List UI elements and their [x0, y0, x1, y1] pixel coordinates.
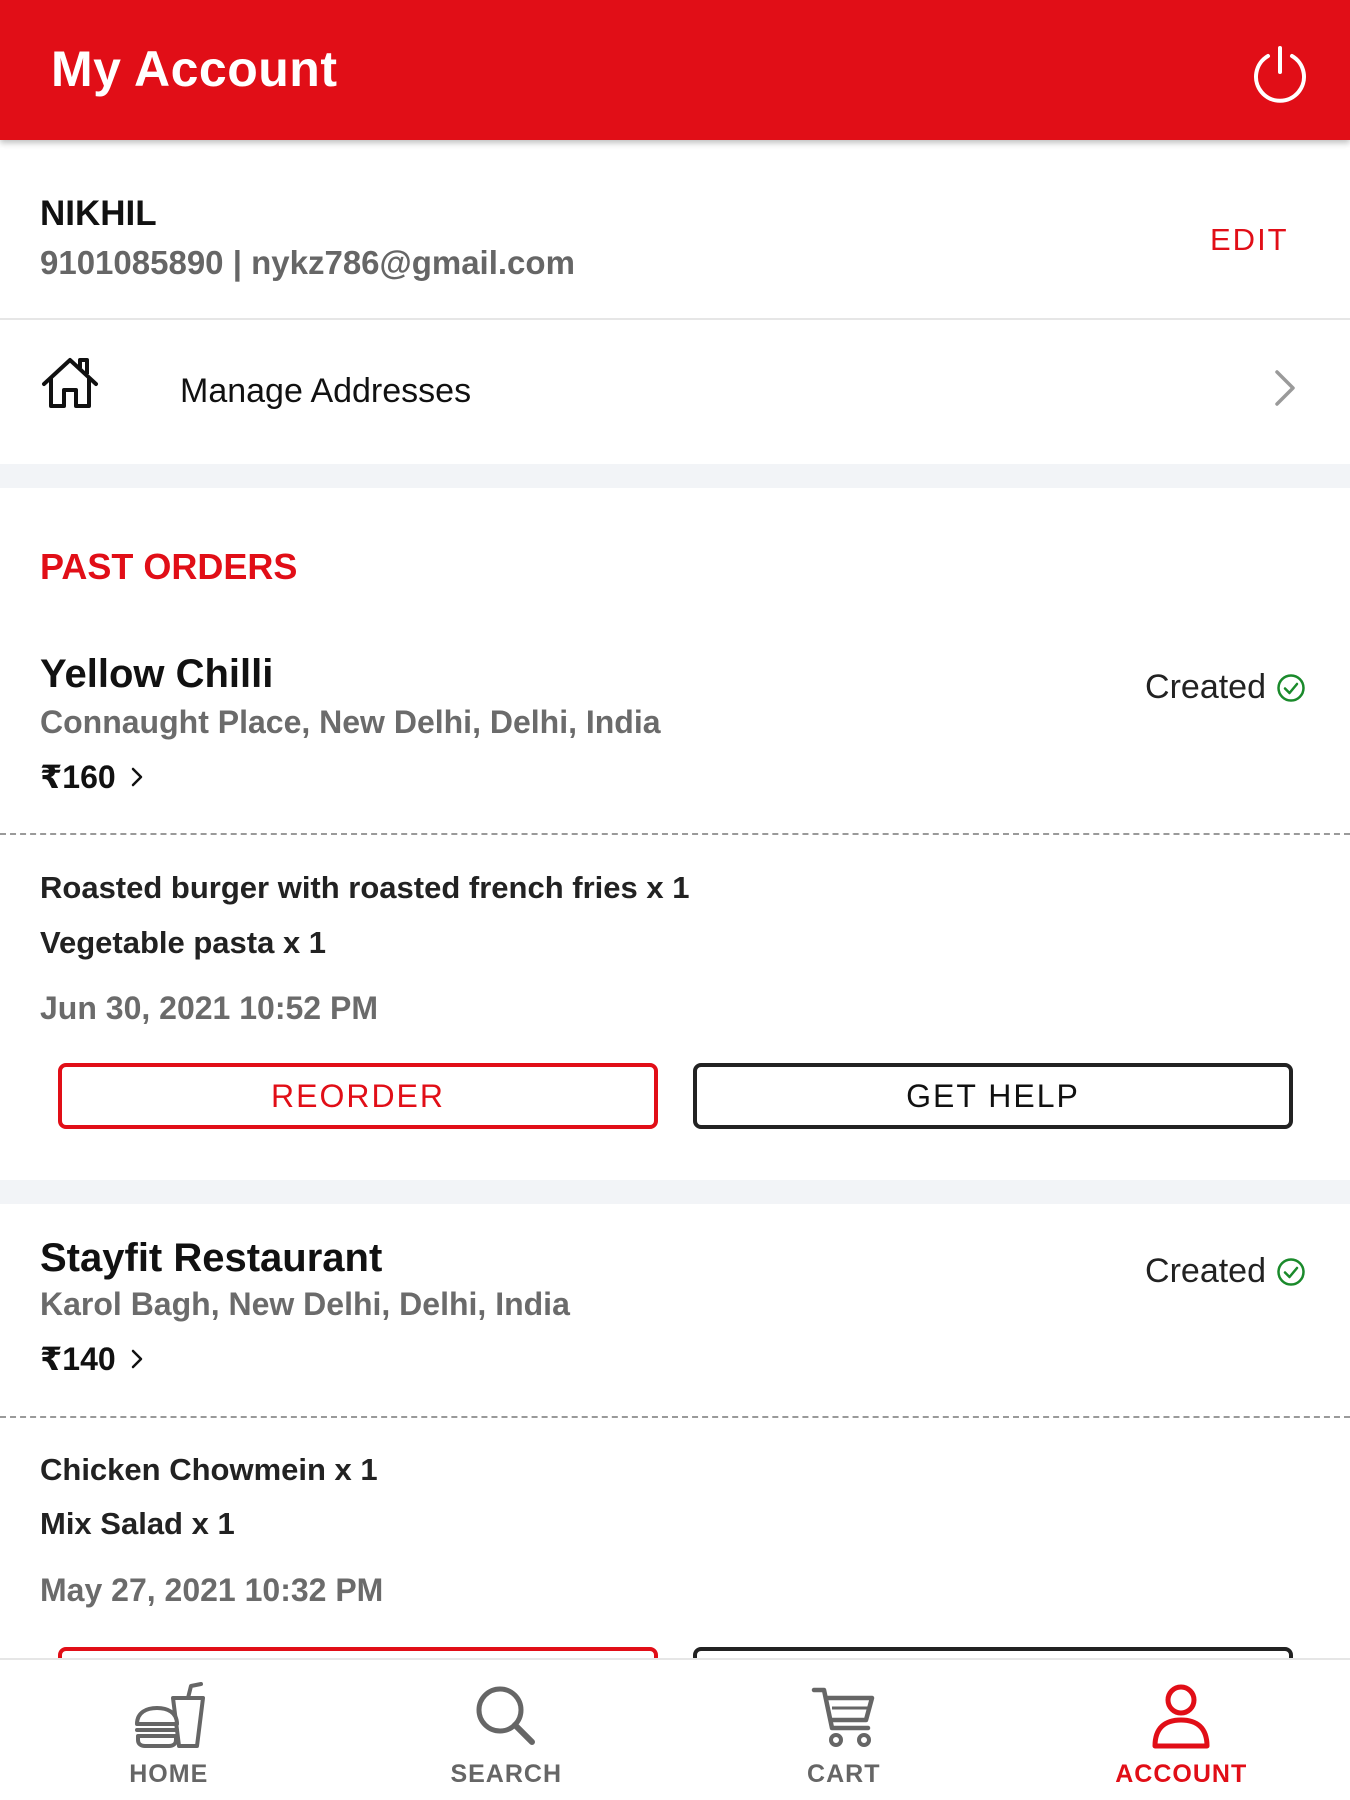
reorder-button[interactable]: REORDER	[58, 1063, 658, 1129]
section-divider	[0, 1180, 1350, 1204]
order-item: Mix Salad x 1	[40, 1506, 235, 1541]
cart-icon	[811, 1687, 874, 1747]
order-price[interactable]: ₹140	[40, 1340, 144, 1378]
restaurant-location: Connaught Place, New Delhi, Delhi, India	[40, 704, 661, 740]
app-header: My Account	[0, 0, 1350, 140]
dashed-divider	[0, 1416, 1350, 1418]
order-status: Created	[1145, 668, 1306, 707]
edit-profile-button[interactable]: EDIT	[1210, 222, 1289, 258]
nav-search[interactable]: SEARCH	[338, 1660, 676, 1800]
order-card: Yellow Chilli Connaught Place, New Delhi…	[0, 620, 1350, 1180]
dashed-divider	[0, 833, 1350, 835]
nav-home[interactable]: HOME	[0, 1660, 338, 1800]
nav-account-label: ACCOUNT	[1115, 1760, 1248, 1788]
bottom-nav: HOME SEARCH CART ACCOUNT	[0, 1658, 1350, 1800]
search-icon	[476, 1686, 536, 1745]
order-price-value: ₹160	[40, 759, 116, 795]
chevron-right-icon	[131, 1349, 142, 1369]
order-price[interactable]: ₹160	[40, 758, 144, 796]
manage-addresses-row[interactable]: Manage Addresses	[0, 322, 1350, 464]
profile-card: NIKHIL 9101085890 | nykz786@gmail.com ED…	[0, 140, 1350, 320]
profile-name: NIKHIL	[40, 194, 157, 233]
nav-home-label: HOME	[129, 1760, 209, 1788]
order-status-label: Created	[1145, 1252, 1266, 1290]
nav-cart-label: CART	[807, 1760, 881, 1788]
power-icon[interactable]	[1248, 42, 1312, 106]
nav-search-label: SEARCH	[450, 1760, 563, 1788]
page-title: My Account	[51, 41, 338, 97]
order-card: Stayfit Restaurant Karol Bagh, New Delhi…	[0, 1204, 1350, 1713]
burger-drink-icon	[134, 1682, 205, 1748]
section-divider	[0, 464, 1350, 488]
order-status-label: Created	[1145, 668, 1266, 706]
past-orders-title: PAST ORDERS	[40, 546, 298, 587]
restaurant-name: Yellow Chilli	[40, 652, 274, 696]
order-price-value: ₹140	[40, 1341, 116, 1377]
restaurant-location: Karol Bagh, New Delhi, Delhi, India	[40, 1286, 570, 1322]
chevron-right-icon	[131, 767, 142, 787]
nav-cart[interactable]: CART	[675, 1660, 1013, 1800]
nav-account[interactable]: ACCOUNT	[1013, 1660, 1350, 1800]
get-help-button[interactable]: GET HELP	[693, 1063, 1293, 1129]
order-date: Jun 30, 2021 10:52 PM	[40, 990, 378, 1026]
order-date: May 27, 2021 10:32 PM	[40, 1572, 384, 1608]
user-icon	[1152, 1684, 1210, 1749]
check-circle-icon	[1277, 673, 1305, 702]
restaurant-name: Stayfit Restaurant	[40, 1236, 383, 1280]
home-outline-icon	[42, 358, 98, 408]
check-circle-icon	[1277, 1257, 1305, 1286]
order-item: Chicken Chowmein x 1	[40, 1452, 378, 1487]
manage-addresses-label: Manage Addresses	[180, 372, 472, 410]
profile-contact: 9101085890 | nykz786@gmail.com	[40, 244, 575, 281]
order-status: Created	[1145, 1252, 1306, 1291]
order-item: Roasted burger with roasted french fries…	[40, 870, 690, 905]
order-item: Vegetable pasta x 1	[40, 925, 327, 960]
chevron-right-icon	[1275, 370, 1295, 406]
